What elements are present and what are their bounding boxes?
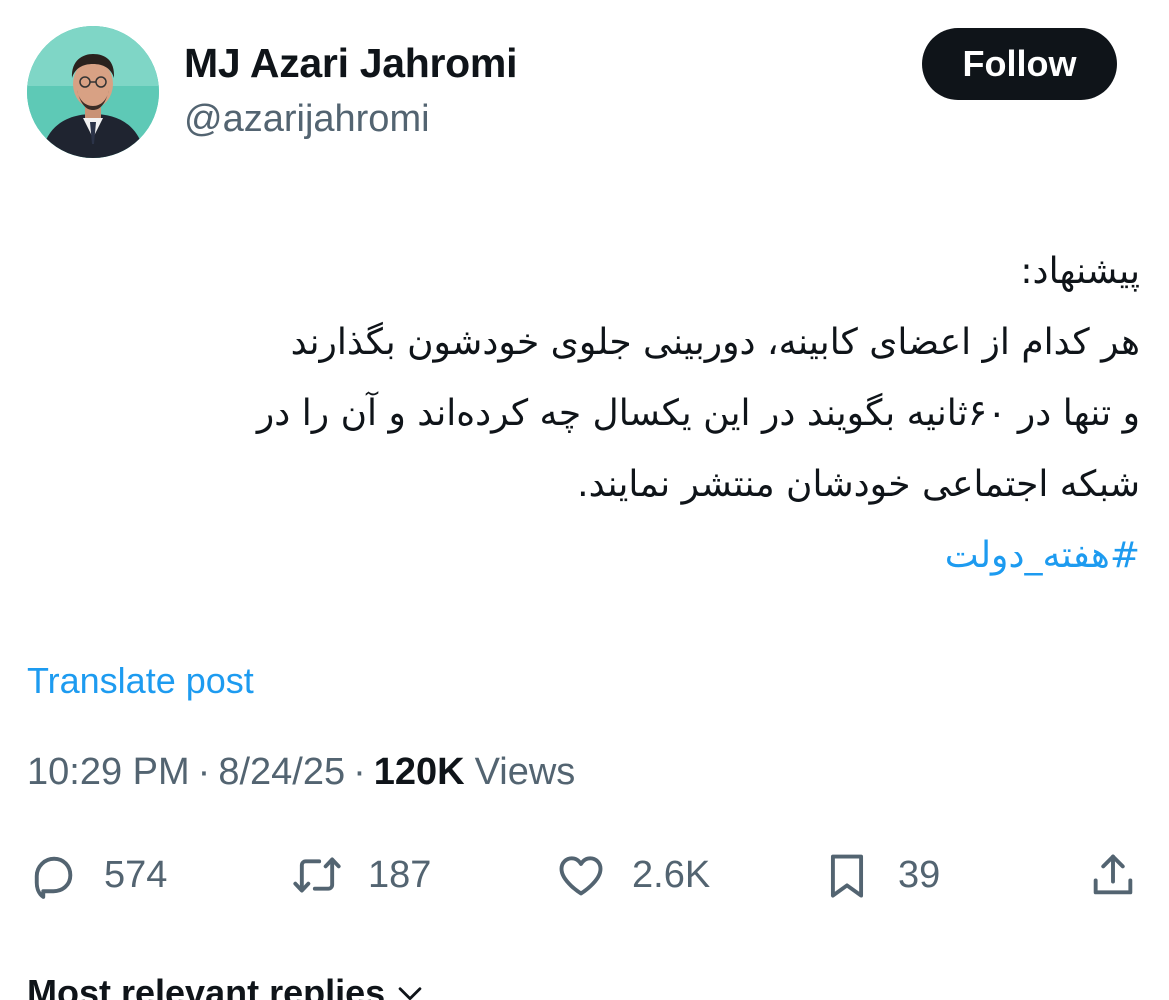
replies-sort-label: Most relevant replies bbox=[27, 972, 386, 1000]
profile-photo-icon bbox=[27, 26, 159, 158]
bookmark-count: 39 bbox=[898, 853, 941, 896]
post-date[interactable]: 8/24/25 bbox=[218, 751, 345, 794]
author-handle[interactable]: @azarijahromi bbox=[184, 98, 430, 141]
reply-icon bbox=[24, 846, 82, 904]
repost-count: 187 bbox=[368, 853, 432, 896]
post-line: هر کدام از اعضای کابینه، دوربینی جلوی خو… bbox=[290, 322, 1140, 363]
share-icon bbox=[1084, 846, 1142, 904]
replies-sort-dropdown[interactable]: Most relevant replies bbox=[27, 972, 427, 1000]
like-button[interactable]: 2.6K bbox=[552, 846, 710, 904]
post-line: و تنها در ۶۰ثانیه بگویند در این یکسال چه… bbox=[256, 393, 1140, 434]
post-line: پیشنهاد: bbox=[1020, 251, 1140, 292]
post-time[interactable]: 10:29 PM bbox=[27, 751, 190, 794]
meta-separator: · bbox=[353, 751, 366, 793]
heart-icon bbox=[552, 846, 610, 904]
repost-button[interactable]: 187 bbox=[288, 846, 431, 904]
post-text: پیشنهاد: هر کدام از اعضای کابینه، دوربین… bbox=[20, 236, 1140, 591]
meta-separator: · bbox=[197, 751, 211, 793]
repost-icon bbox=[288, 846, 346, 904]
translate-post-link[interactable]: Translate post bbox=[27, 660, 254, 702]
like-count: 2.6K bbox=[632, 853, 711, 896]
views-label: Views bbox=[474, 751, 576, 793]
share-button[interactable] bbox=[1084, 846, 1142, 904]
follow-button[interactable]: Follow bbox=[922, 28, 1117, 100]
post-meta: 10:29 PM · 8/24/25 · 120K Views bbox=[27, 751, 575, 794]
post-line: شبکه اجتماعی خودشان منتشر نمایند. bbox=[577, 464, 1140, 505]
hashtag-link[interactable]: #هفته_دولت bbox=[20, 520, 1140, 591]
views-count: 120K bbox=[373, 751, 465, 793]
bookmark-button[interactable]: 39 bbox=[818, 846, 940, 904]
author-display-name[interactable]: MJ Azari Jahromi bbox=[184, 40, 517, 87]
avatar[interactable] bbox=[27, 26, 159, 158]
bookmark-icon bbox=[818, 846, 876, 904]
reply-button[interactable]: 574 bbox=[24, 846, 167, 904]
reply-count: 574 bbox=[104, 853, 168, 896]
chevron-down-icon bbox=[398, 987, 422, 1000]
